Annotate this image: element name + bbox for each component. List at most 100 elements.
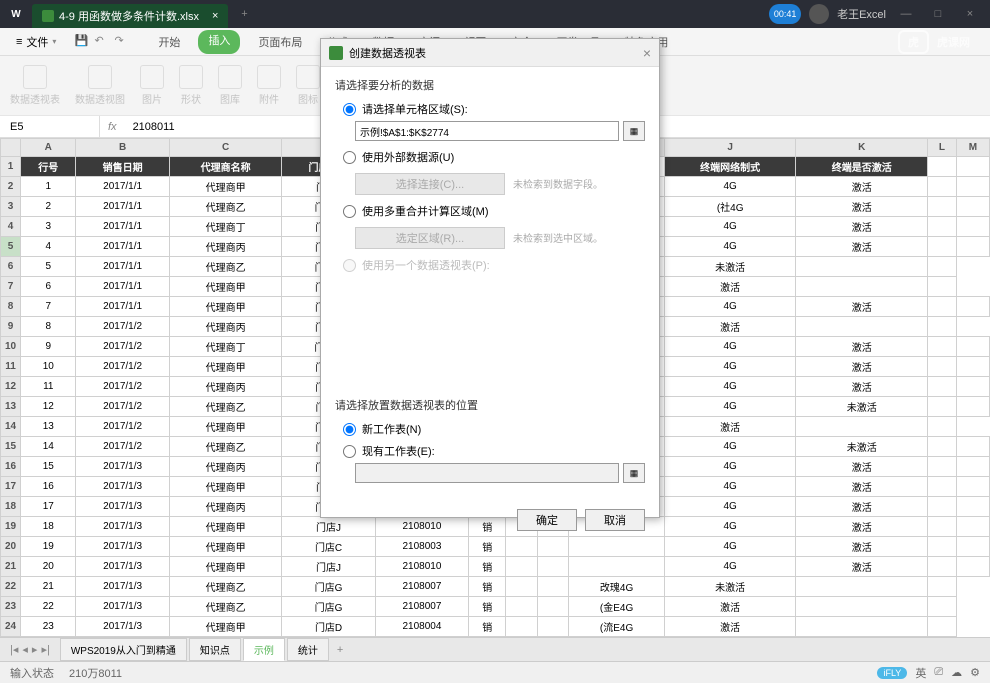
cell[interactable]: 2017/1/3 — [76, 477, 169, 497]
cell[interactable]: 2017/1/3 — [76, 557, 169, 577]
row-header[interactable]: 18 — [1, 497, 21, 517]
cell[interactable]: 未激活 — [796, 397, 928, 417]
ribbon-item-5[interactable]: 附件 — [257, 65, 281, 106]
cell[interactable]: 激活 — [664, 417, 796, 437]
cell[interactable]: 代理商乙 — [169, 397, 282, 417]
cell[interactable]: 代理商甲 — [169, 177, 282, 197]
ribbon-item-1[interactable]: 数据透视图 — [75, 65, 125, 106]
cell[interactable]: 销 — [469, 557, 506, 577]
ribbon-item-4[interactable]: 图库 — [218, 65, 242, 106]
close-tab-icon[interactable]: × — [212, 10, 218, 22]
row-header[interactable]: 9 — [1, 317, 21, 337]
range-picker-icon[interactable]: ▦ — [623, 121, 645, 141]
cell[interactable]: 激活 — [664, 317, 796, 337]
cell[interactable]: 4G — [664, 497, 796, 517]
cell[interactable]: 改瑰4G — [569, 577, 665, 597]
row-header[interactable]: 20 — [1, 537, 21, 557]
row-header[interactable]: 15 — [1, 437, 21, 457]
cell[interactable]: 未激活 — [796, 437, 928, 457]
cell[interactable]: 激活 — [796, 477, 928, 497]
cell[interactable]: 代理商甲 — [169, 557, 282, 577]
cell[interactable]: 门店D — [282, 617, 375, 637]
cell[interactable]: 激活 — [796, 337, 928, 357]
cell[interactable]: 代理商甲 — [169, 277, 282, 297]
cell[interactable]: 2108007 — [375, 577, 468, 597]
cell[interactable]: 销 — [469, 537, 506, 557]
cell[interactable]: 12 — [21, 397, 76, 417]
cell[interactable]: 代理商甲 — [169, 537, 282, 557]
dialog-close-icon[interactable]: × — [643, 45, 651, 61]
cell[interactable]: 2017/1/2 — [76, 337, 169, 357]
row-header[interactable]: 7 — [1, 277, 21, 297]
cell[interactable]: 2017/1/1 — [76, 197, 169, 217]
col-header[interactable]: M — [956, 139, 989, 157]
ribbon-item-3[interactable]: 形状 — [179, 65, 203, 106]
cell[interactable]: 代理商甲 — [169, 477, 282, 497]
menu-tab-2[interactable]: 页面布局 — [252, 30, 308, 54]
cell[interactable]: 21 — [21, 577, 76, 597]
cell[interactable]: 2108007 — [375, 597, 468, 617]
cell[interactable]: 门店C — [282, 537, 375, 557]
row-header[interactable]: 24 — [1, 617, 21, 637]
cell[interactable]: 2017/1/3 — [76, 537, 169, 557]
cell[interactable]: 4 — [21, 237, 76, 257]
cell[interactable]: 14 — [21, 437, 76, 457]
cell[interactable] — [569, 557, 665, 577]
cell[interactable]: 4G — [664, 357, 796, 377]
cell[interactable]: 激活 — [796, 457, 928, 477]
cell[interactable]: 4G — [664, 477, 796, 497]
cell[interactable]: 代理商乙 — [169, 257, 282, 277]
name-box[interactable]: E5 — [0, 116, 100, 137]
cell[interactable]: (金E4G — [569, 597, 665, 617]
cell[interactable]: 未激活 — [664, 257, 796, 277]
row-header[interactable]: 1 — [1, 157, 21, 177]
cell[interactable]: 2017/1/1 — [76, 257, 169, 277]
cell[interactable]: 代理商乙 — [169, 197, 282, 217]
range-input[interactable] — [355, 121, 619, 141]
cell[interactable]: 代理商丁 — [169, 337, 282, 357]
cell[interactable]: 激活 — [796, 357, 928, 377]
cell[interactable]: 2017/1/1 — [76, 177, 169, 197]
row-header[interactable]: 11 — [1, 357, 21, 377]
cell[interactable]: 2017/1/2 — [76, 377, 169, 397]
row-header[interactable]: 13 — [1, 397, 21, 417]
cell[interactable]: 11 — [21, 377, 76, 397]
cell[interactable]: 激活 — [664, 277, 796, 297]
cell[interactable]: 4G — [664, 457, 796, 477]
ime-icon[interactable]: ⎚ — [934, 666, 943, 679]
row-header[interactable]: 22 — [1, 577, 21, 597]
cell[interactable]: 代理商丙 — [169, 457, 282, 477]
cell[interactable]: 6 — [21, 277, 76, 297]
cell[interactable]: 4G — [664, 557, 796, 577]
cell[interactable]: 激活 — [796, 197, 928, 217]
cell[interactable]: 门店J — [282, 557, 375, 577]
cell[interactable]: 代理商丙 — [169, 237, 282, 257]
cell[interactable]: 20 — [21, 557, 76, 577]
cell[interactable]: 2017/1/3 — [76, 617, 169, 637]
row-header[interactable]: 2 — [1, 177, 21, 197]
row-header[interactable]: 3 — [1, 197, 21, 217]
cell[interactable]: 代理商乙 — [169, 577, 282, 597]
sheet-tab[interactable]: 知识点 — [189, 638, 241, 661]
radio-cell-range[interactable]: 请选择单元格区域(S): — [343, 101, 645, 117]
cell[interactable]: 2 — [21, 197, 76, 217]
cell[interactable]: 代理商丙 — [169, 317, 282, 337]
cell[interactable]: 2017/1/2 — [76, 397, 169, 417]
file-menu[interactable]: ≡ 文件▾ — [8, 32, 64, 52]
close-icon[interactable]: × — [958, 2, 982, 26]
cell[interactable] — [506, 617, 538, 637]
cell[interactable]: 代理商丁 — [169, 217, 282, 237]
cell[interactable]: 2017/1/3 — [76, 497, 169, 517]
radio-external-source[interactable]: 使用外部数据源(U) — [343, 149, 645, 165]
radio-existing-sheet[interactable]: 现有工作表(E): — [343, 443, 645, 459]
undo-icon[interactable]: ↶ — [94, 34, 110, 50]
row-header[interactable]: 6 — [1, 257, 21, 277]
cell[interactable]: 22 — [21, 597, 76, 617]
add-tab-button[interactable]: + — [232, 2, 256, 26]
cell[interactable]: 代理商甲 — [169, 517, 282, 537]
cell[interactable]: 15 — [21, 457, 76, 477]
cell[interactable]: 门店G — [282, 597, 375, 617]
ribbon-item-6[interactable]: 图标 — [296, 65, 320, 106]
cancel-button[interactable]: 取消 — [585, 509, 645, 531]
row-header[interactable]: 12 — [1, 377, 21, 397]
